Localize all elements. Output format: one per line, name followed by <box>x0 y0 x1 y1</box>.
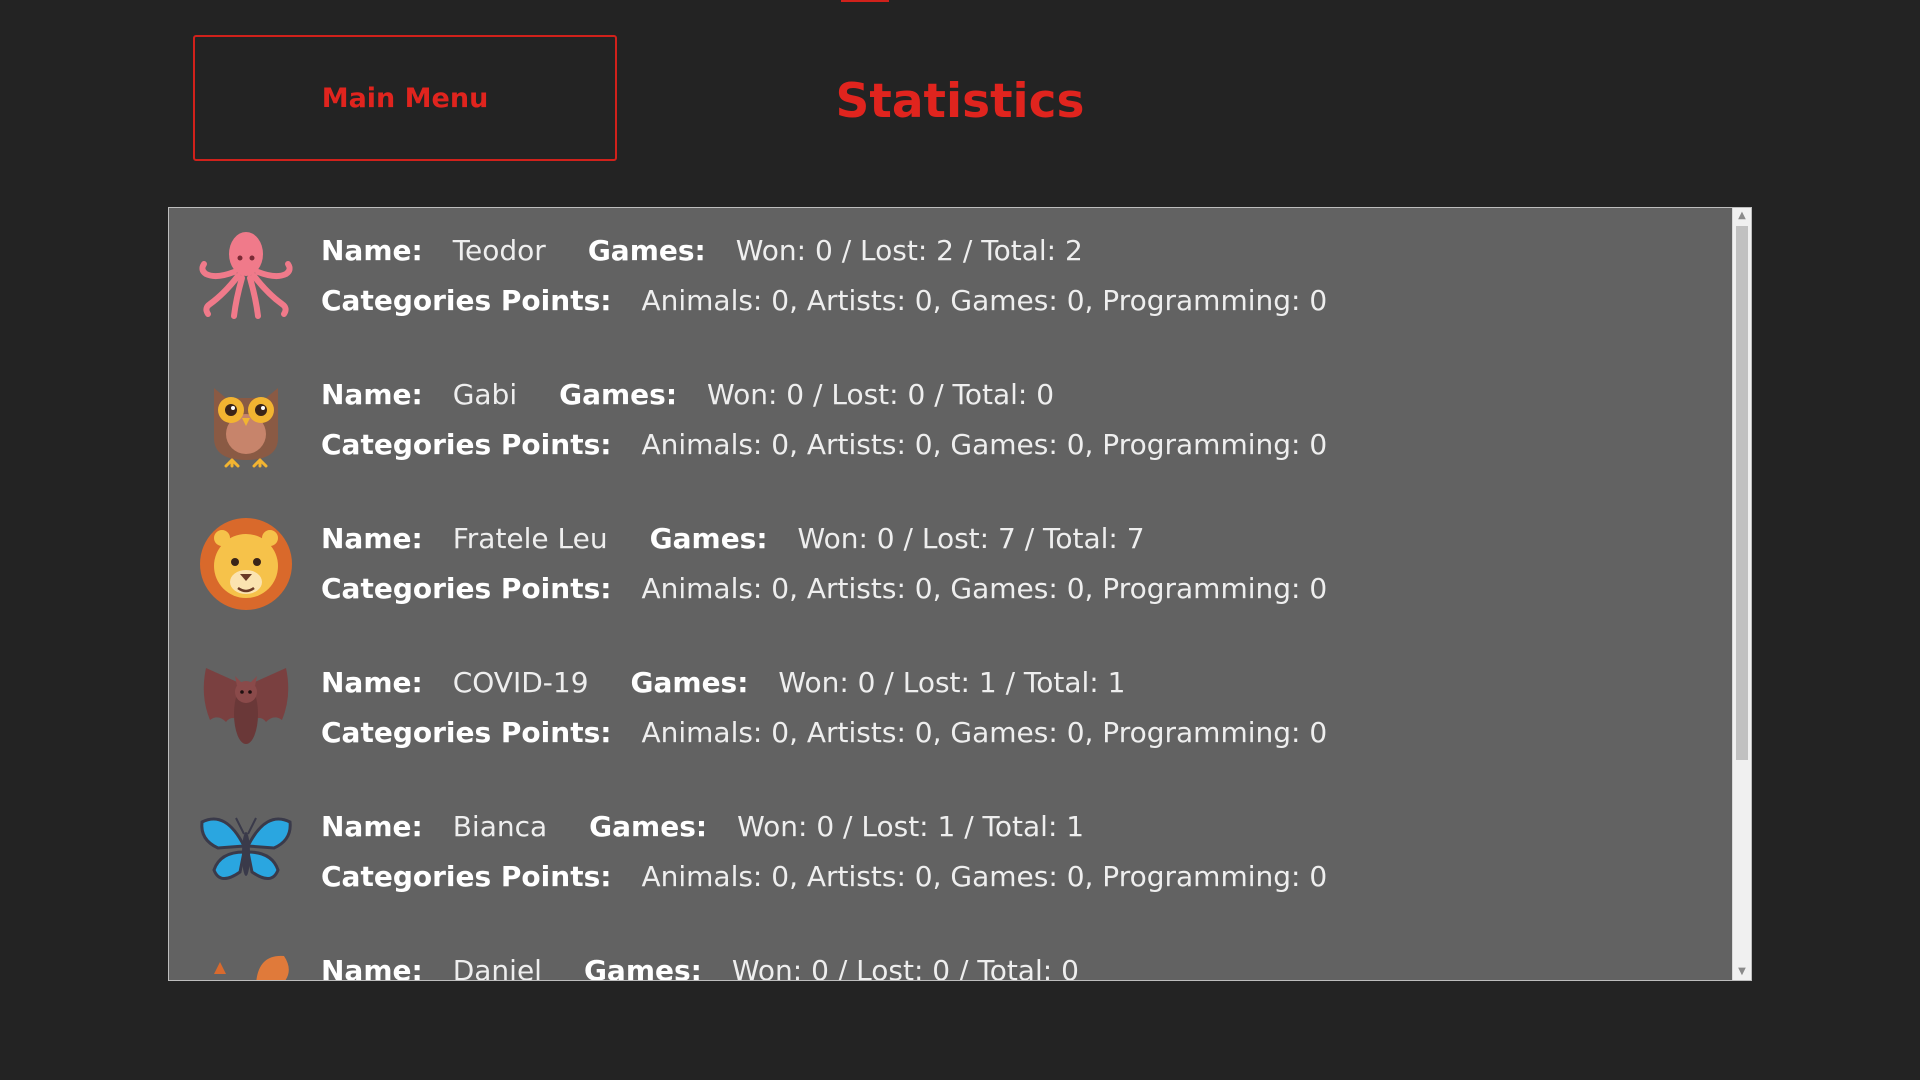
games-label: Games: <box>559 378 678 411</box>
squirrel-icon <box>196 944 296 980</box>
games-label: Games: <box>583 954 702 981</box>
categories-label: Categories Points: <box>321 284 612 317</box>
player-categories-line: Categories Points: Animals: 0, Artists: 0… <box>321 852 1327 902</box>
games-label: Games: <box>589 810 708 843</box>
player-name: Bianca <box>452 810 548 843</box>
player-name: Gabi <box>452 378 518 411</box>
categories-points: Animals: 0, Artists: 0, Games: 0, Progra… <box>641 572 1328 605</box>
categories-points: Animals: 0, Artists: 0, Games: 0, Progra… <box>641 428 1328 461</box>
scroll-down-arrow-icon[interactable]: ▼ <box>1733 964 1751 980</box>
player-row: Name: COVID-19 Games: Won: 0 / Lost: 1 / To… <box>169 640 1733 784</box>
name-label: Name: <box>321 522 423 555</box>
player-summary-line: Name: COVID-19 Games: Won: 0 / Lost: 1 / To… <box>321 658 1125 708</box>
name-label: Name: <box>321 378 423 411</box>
bat-icon <box>196 656 296 756</box>
games-label: Games: <box>630 666 749 699</box>
categories-label: Categories Points: <box>321 716 612 749</box>
name-label: Name: <box>321 666 423 699</box>
player-row: Name: Teodor Games: Won: 0 / Lost: 2 / Tota… <box>169 208 1733 352</box>
scroll-thumb[interactable] <box>1736 226 1748 760</box>
player-row: Name: Daniel Games: Won: 0 / Lost: 0 / Tota… <box>169 928 1733 981</box>
octopus-icon <box>196 224 296 324</box>
player-summary-line: Name: Bianca Games: Won: 0 / Lost: 1 / Tota… <box>321 802 1084 852</box>
top-accent-bar <box>841 0 889 2</box>
player-summary-line: Name: Teodor Games: Won: 0 / Lost: 2 / Tota… <box>321 226 1083 276</box>
statistics-panel: Name: Teodor Games: Won: 0 / Lost: 2 / Tota… <box>168 207 1752 981</box>
player-name: Teodor <box>452 234 546 267</box>
player-name: Daniel <box>452 954 542 981</box>
games-stats: Won: 0 / Lost: 1 / Total: 1 <box>778 666 1126 699</box>
player-categories-line: Categories Points: Animals: 0, Artists: 0… <box>321 276 1327 326</box>
name-label: Name: <box>321 954 423 981</box>
player-categories-line: Categories Points: Animals: 0, Artists: 0… <box>321 420 1327 470</box>
name-label: Name: <box>321 234 423 267</box>
categories-label: Categories Points: <box>321 428 612 461</box>
name-label: Name: <box>321 810 423 843</box>
player-categories-line: Categories Points: Animals: 0, Artists: 0… <box>321 564 1327 614</box>
player-summary-line: Name: Daniel Games: Won: 0 / Lost: 0 / Tota… <box>321 946 1079 981</box>
player-row: Name: Gabi Games: Won: 0 / Lost: 0 / Total:… <box>169 352 1733 496</box>
player-row: Name: Bianca Games: Won: 0 / Lost: 1 / Tota… <box>169 784 1733 928</box>
games-stats: Won: 0 / Lost: 0 / Total: 0 <box>707 378 1055 411</box>
player-name: Fratele Leu <box>452 522 608 555</box>
games-stats: Won: 0 / Lost: 2 / Total: 2 <box>735 234 1083 267</box>
player-name: COVID-19 <box>452 666 589 699</box>
player-row: Name: Fratele Leu Games: Won: 0 / Lost: 7 /… <box>169 496 1733 640</box>
categories-points: Animals: 0, Artists: 0, Games: 0, Progra… <box>641 860 1328 893</box>
games-stats: Won: 0 / Lost: 7 / Total: 7 <box>797 522 1145 555</box>
games-label: Games: <box>649 522 768 555</box>
categories-points: Animals: 0, Artists: 0, Games: 0, Progra… <box>641 284 1328 317</box>
player-categories-line: Categories Points: Animals: 0, Artists: 0… <box>321 708 1327 758</box>
categories-label: Categories Points: <box>321 860 612 893</box>
games-label: Games: <box>587 234 706 267</box>
games-stats: Won: 0 / Lost: 1 / Total: 1 <box>737 810 1085 843</box>
owl-icon <box>196 368 296 468</box>
categories-points: Animals: 0, Artists: 0, Games: 0, Progra… <box>641 716 1328 749</box>
scroll-up-arrow-icon[interactable]: ▲ <box>1733 208 1751 224</box>
butterfly-icon <box>196 800 296 900</box>
games-stats: Won: 0 / Lost: 0 / Total: 0 <box>731 954 1079 981</box>
vertical-scrollbar[interactable]: ▲ ▼ <box>1732 208 1751 980</box>
categories-label: Categories Points: <box>321 572 612 605</box>
page-title: Statistics <box>835 74 1085 129</box>
main-menu-button[interactable]: Main Menu <box>193 35 617 161</box>
player-summary-line: Name: Fratele Leu Games: Won: 0 / Lost: 7 /… <box>321 514 1145 564</box>
player-summary-line: Name: Gabi Games: Won: 0 / Lost: 0 / Total:… <box>321 370 1054 420</box>
lion-icon <box>196 512 296 612</box>
